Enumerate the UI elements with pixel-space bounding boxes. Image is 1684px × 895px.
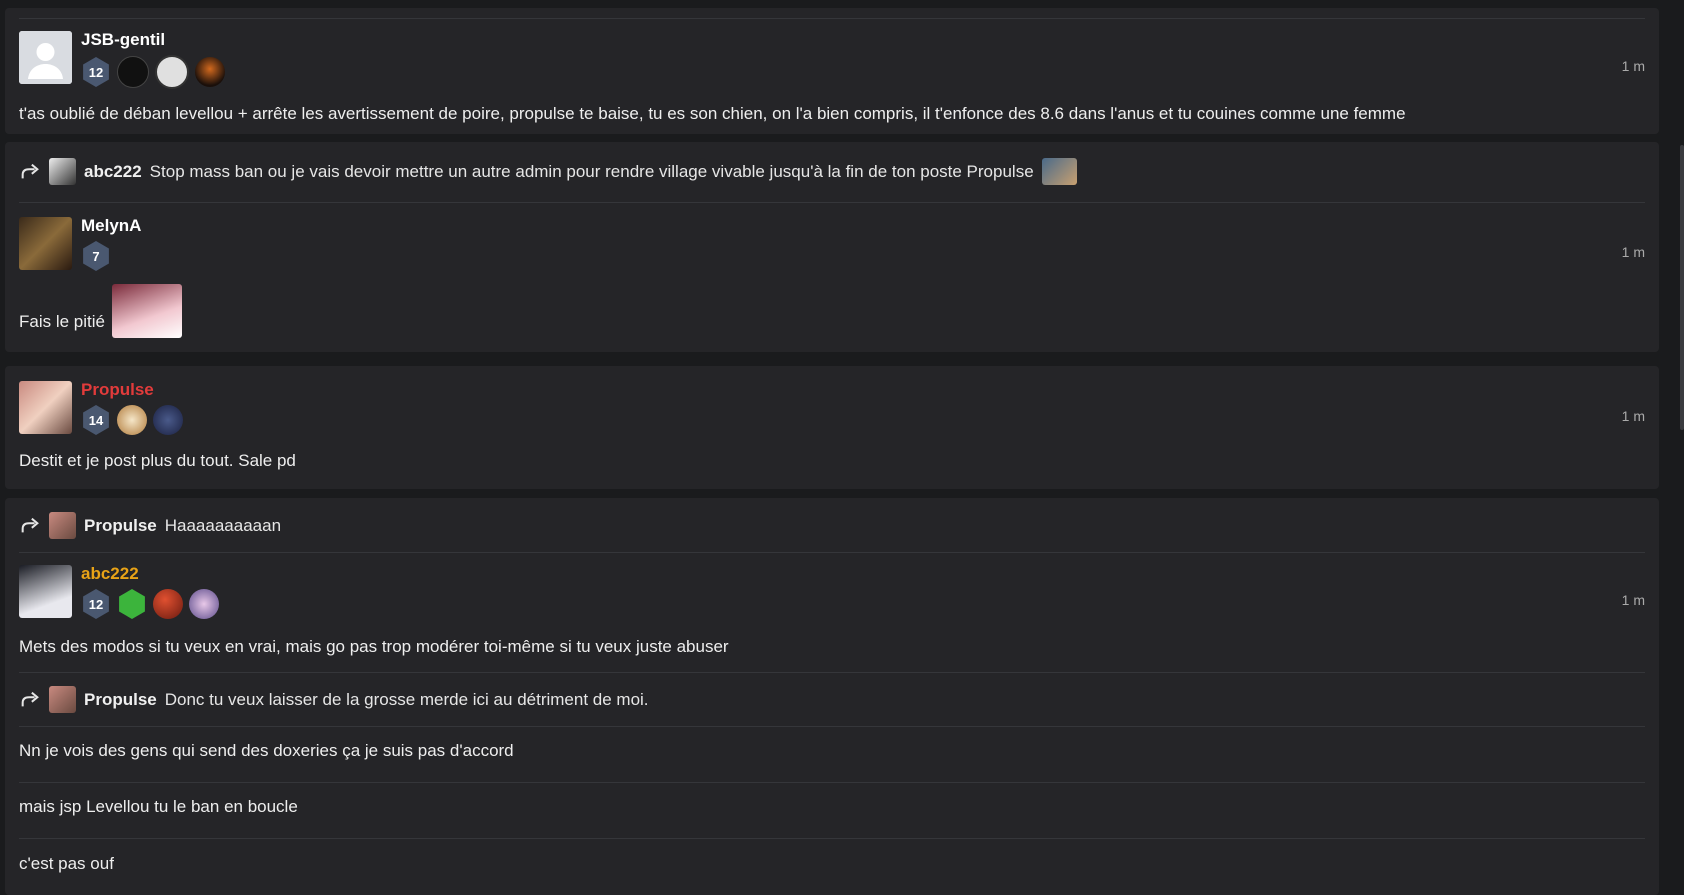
level-badge: 7 <box>83 241 109 271</box>
timestamp: 1 m <box>1621 58 1645 74</box>
reply-arrow-icon <box>21 517 39 532</box>
timestamp: 1 m <box>1621 244 1645 260</box>
level-badge: 12 <box>83 57 109 87</box>
reply-text: Stop mass ban ou je vais devoir mettre u… <box>149 161 1034 181</box>
shield-badge-icon <box>153 405 183 435</box>
level-badge: 14 <box>83 405 109 435</box>
sticker-image <box>112 284 182 338</box>
message-text: c'est pas ouf <box>19 854 114 873</box>
reply-username: Propulse <box>84 689 157 709</box>
badge-row: 7 <box>81 241 111 271</box>
chat-feed: JSB-gentil 12 1 m t'as oublié de déban l… <box>0 0 1684 895</box>
divider <box>19 726 1645 727</box>
divider <box>19 672 1645 673</box>
message-text: Fais le pitié <box>19 312 105 331</box>
fire-badge-icon <box>195 57 225 87</box>
cross-badge-icon <box>117 405 147 435</box>
divider <box>19 782 1645 783</box>
avatar[interactable] <box>19 217 72 270</box>
reply-username: Propulse <box>84 515 157 535</box>
username[interactable]: JSB-gentil <box>81 30 165 50</box>
reply-username: abc222 <box>84 161 142 181</box>
reply-quote[interactable]: Propulse Haaaaaaaaaan <box>19 512 281 539</box>
avatar[interactable] <box>19 31 72 84</box>
message-text: Destit et je post plus du tout. Sale pd <box>19 451 296 470</box>
circle-emblem-badge-icon <box>155 55 189 89</box>
level-badge: 12 <box>83 589 109 619</box>
message-text: t'as oublié de déban levellou + arrête l… <box>19 104 1406 123</box>
username[interactable]: Propulse <box>81 380 154 400</box>
reply-quote[interactable]: abc222 Stop mass ban ou je vais devoir m… <box>19 158 1077 185</box>
username[interactable]: MelynA <box>81 216 141 236</box>
reply-arrow-icon <box>21 691 39 706</box>
divider <box>19 202 1645 203</box>
dark-figure-badge-icon <box>117 56 149 88</box>
divider <box>19 18 1645 19</box>
username[interactable]: abc222 <box>81 564 139 584</box>
badge-row: 14 <box>81 405 183 435</box>
sticker-image <box>1041 158 1077 185</box>
timestamp: 1 m <box>1621 592 1645 608</box>
divider <box>19 552 1645 553</box>
badge-row: 12 <box>81 55 225 89</box>
avatar[interactable] <box>19 565 72 618</box>
reply-avatar <box>49 686 76 713</box>
message-text: Mets des modos si tu veux en vrai, mais … <box>19 637 729 656</box>
post-card: Propulse Haaaaaaaaaan abc222 12 1 m Mets… <box>5 498 1659 895</box>
message-text: Nn je vois des gens qui send des doxerie… <box>19 741 514 760</box>
reply-arrow-icon <box>21 163 39 178</box>
reply-quote[interactable]: Propulse Donc tu veux laisser de la gros… <box>19 686 649 713</box>
post-card: Propulse 14 1 m Destit et je post plus d… <box>5 366 1659 489</box>
hexagon-badge-icon <box>119 589 145 619</box>
avatar[interactable] <box>19 381 72 434</box>
apple-badge-icon <box>153 589 183 619</box>
timestamp: 1 m <box>1621 408 1645 424</box>
reply-text: Donc tu veux laisser de la grosse merde … <box>164 689 649 709</box>
post-card: JSB-gentil 12 1 m t'as oublié de déban l… <box>5 8 1659 134</box>
default-avatar-icon <box>19 31 72 84</box>
reply-avatar <box>49 512 76 539</box>
scrollbar[interactable] <box>1680 145 1684 430</box>
post-card: abc222 Stop mass ban ou je vais devoir m… <box>5 142 1659 352</box>
emblem-badge-icon <box>189 589 219 619</box>
reply-avatar <box>49 158 76 185</box>
reply-text: Haaaaaaaaaan <box>164 515 282 535</box>
message-text: mais jsp Levellou tu le ban en boucle <box>19 797 298 816</box>
badge-row: 12 <box>81 589 219 619</box>
divider <box>19 838 1645 839</box>
